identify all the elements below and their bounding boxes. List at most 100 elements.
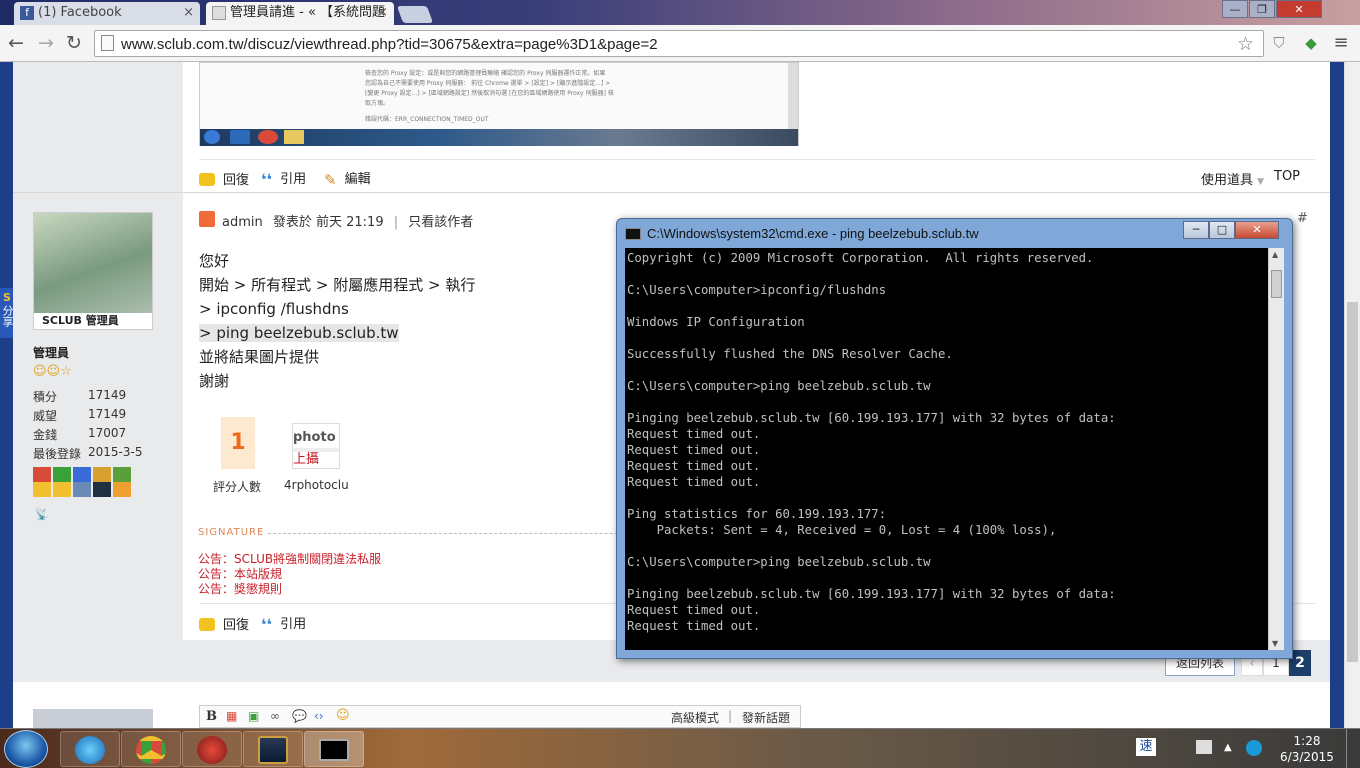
- taskbar-ie[interactable]: [60, 731, 120, 767]
- user-name[interactable]: 管理員: [33, 344, 69, 361]
- quote-button[interactable]: ❛❛ 引用: [261, 613, 306, 634]
- quote-icon[interactable]: 💬: [292, 709, 307, 723]
- code-icon[interactable]: ‹›: [314, 709, 324, 723]
- tab-facebook[interactable]: f (1) Facebook ×: [14, 2, 200, 25]
- forward-icon[interactable]: →: [34, 31, 58, 55]
- color-icon[interactable]: ▦: [226, 709, 237, 723]
- network-icon[interactable]: [1246, 740, 1262, 756]
- console-output[interactable]: Copyright (c) 2009 Microsoft Corporation…: [625, 248, 1268, 650]
- user-column: [13, 62, 183, 192]
- scrollbar-thumb[interactable]: [1347, 302, 1358, 662]
- post-body: 您好 開始 > 所有程式 > 附屬應用程式 > 執行 > ipconfig /f…: [199, 252, 476, 390]
- menu-icon[interactable]: ≡: [1330, 32, 1352, 54]
- page-icon: [101, 35, 114, 51]
- user-icon: [199, 211, 215, 227]
- post-date: 發表於 前天 21:19: [272, 215, 384, 230]
- taskbar-app[interactable]: [182, 731, 242, 767]
- medals-icon: [33, 467, 133, 499]
- quick-editor-toolbar: B ▦ ▣ ∞ 💬 ‹› ☺ 高級模式 | 發新話題: [199, 705, 801, 728]
- shield-icon[interactable]: ⛉: [1268, 32, 1290, 54]
- taskbar-chrome[interactable]: [121, 731, 181, 767]
- app-icon: [197, 736, 227, 764]
- only-author-link[interactable]: 只看該作者: [408, 215, 473, 230]
- extension-icon[interactable]: ◆: [1300, 32, 1322, 54]
- tab-close-icon[interactable]: ×: [377, 2, 388, 23]
- cmd-maximize-button[interactable]: □: [1209, 221, 1235, 239]
- back-icon[interactable]: ←: [4, 31, 28, 55]
- ie-icon: [75, 736, 105, 764]
- ime-indicator[interactable]: 速: [1136, 738, 1156, 756]
- reply-user-column: [13, 682, 183, 728]
- close-window-button[interactable]: ✕: [1276, 0, 1322, 18]
- advanced-mode-link[interactable]: 高級模式: [671, 709, 719, 726]
- page-scrollbar[interactable]: [1344, 62, 1360, 728]
- smiley-icon[interactable]: ☺: [336, 708, 350, 723]
- quote-button[interactable]: ❛❛ 引用: [261, 168, 306, 189]
- reply-button[interactable]: 回復: [199, 169, 249, 188]
- stat-prestige: 威望 17149: [33, 407, 127, 423]
- tools-menu[interactable]: 使用道具 ▼: [1201, 169, 1264, 188]
- tab-title: 管理員請進 - « 【系統問題: [230, 5, 386, 20]
- cmd-minimize-button[interactable]: ─: [1183, 221, 1209, 239]
- rating-label: 評分人數: [213, 480, 262, 494]
- screenshot-taskbar: [200, 129, 798, 146]
- avatar[interactable]: SCLUB 管理員: [33, 212, 153, 330]
- taskbar-lol[interactable]: [243, 731, 303, 767]
- tab-title: (1) Facebook: [38, 5, 122, 20]
- cmd-icon: [319, 739, 349, 761]
- taskbar-cmd[interactable]: [304, 731, 364, 767]
- bookmark-star-icon[interactable]: ☆: [1237, 33, 1254, 55]
- cmd-title-bar[interactable]: C:\Windows\system32\cmd.exe - ping beelz…: [625, 226, 979, 241]
- image-icon[interactable]: ▣: [248, 709, 259, 723]
- cmd-window[interactable]: C:\Windows\system32\cmd.exe - ping beelz…: [616, 218, 1293, 659]
- attached-screenshot[interactable]: 檢查您的 Proxy 設定：或是與您的網路管理員聯絡 確認您的 Proxy 伺服…: [199, 62, 799, 146]
- restore-button[interactable]: ❐: [1249, 0, 1275, 18]
- rater-name[interactable]: 4rphotoclu: [284, 478, 350, 492]
- facebook-icon: f: [20, 6, 34, 20]
- cmd-scrollbar[interactable]: ▲ ▼: [1268, 248, 1284, 650]
- new-tab-button[interactable]: [396, 6, 434, 23]
- edit-button[interactable]: ✎ 編輯: [324, 168, 371, 189]
- rank-stars-icon: ☺☺☆: [33, 364, 72, 379]
- avatar-label: SCLUB 管理員: [34, 313, 152, 329]
- lol-icon: [258, 736, 288, 764]
- tab-sclub[interactable]: 管理員請進 - « 【系統問題 ×: [206, 2, 394, 25]
- show-desktop-button[interactable]: [1346, 729, 1360, 768]
- share-side-tab[interactable]: S 分享: [0, 288, 14, 338]
- new-topic-link[interactable]: 發新話題: [742, 709, 790, 726]
- system-clock[interactable]: 1:28 6/3/2015: [1280, 733, 1334, 765]
- chrome-icon: [136, 736, 166, 764]
- link-icon[interactable]: ∞: [270, 709, 280, 723]
- stat-money: 金錢 17007: [33, 426, 127, 442]
- show-hidden-icons[interactable]: ▲: [1224, 742, 1232, 753]
- floor-link[interactable]: #: [1297, 211, 1308, 226]
- announcement-link[interactable]: 公告：獎懲規則: [198, 580, 282, 597]
- signature-label: SIGNATURE: [198, 527, 265, 538]
- url-text: www.sclub.com.tw/discuz/viewthread.php?t…: [121, 36, 658, 53]
- reload-icon[interactable]: ↻: [62, 31, 86, 55]
- tab-close-icon[interactable]: ×: [183, 2, 194, 23]
- reply-button[interactable]: 回復: [199, 614, 249, 633]
- windows-taskbar: 速 ▲ 1:28 6/3/2015: [0, 728, 1360, 768]
- post-author[interactable]: admin: [222, 215, 263, 230]
- page-icon: [212, 6, 226, 20]
- stat-last-login: 最後登錄 2015-3-5: [33, 445, 143, 461]
- status-icon: 📡: [35, 508, 49, 521]
- user-info-column: SCLUB 管理員 管理員 ☺☺☆ 積分 17149 威望 17149 金錢 1700…: [13, 193, 183, 640]
- rater-avatar[interactable]: photo 上攝: [292, 423, 340, 469]
- stat-points: 積分 17149: [33, 388, 127, 404]
- bold-icon[interactable]: B: [206, 709, 217, 724]
- top-link[interactable]: TOP: [1274, 169, 1300, 184]
- cmd-scrollbar-thumb[interactable]: [1271, 270, 1282, 298]
- browser-tab-strip: f (1) Facebook × 管理員請進 - « 【系統問題 × — ❐ ✕: [0, 0, 1360, 25]
- tray-window-icon[interactable]: [1196, 740, 1212, 754]
- share-logo-icon: S: [3, 291, 11, 304]
- browser-toolbar: ← → ↻ www.sclub.com.tw/discuz/viewthread…: [0, 25, 1360, 62]
- start-button[interactable]: [4, 730, 48, 768]
- cmd-close-button[interactable]: ✕: [1235, 221, 1279, 239]
- share-label: 分享: [1, 305, 14, 327]
- rating-count[interactable]: 1: [221, 417, 255, 469]
- minimize-button[interactable]: —: [1222, 0, 1248, 18]
- cmd-icon: [625, 228, 641, 240]
- address-bar[interactable]: www.sclub.com.tw/discuz/viewthread.php?t…: [94, 30, 1264, 57]
